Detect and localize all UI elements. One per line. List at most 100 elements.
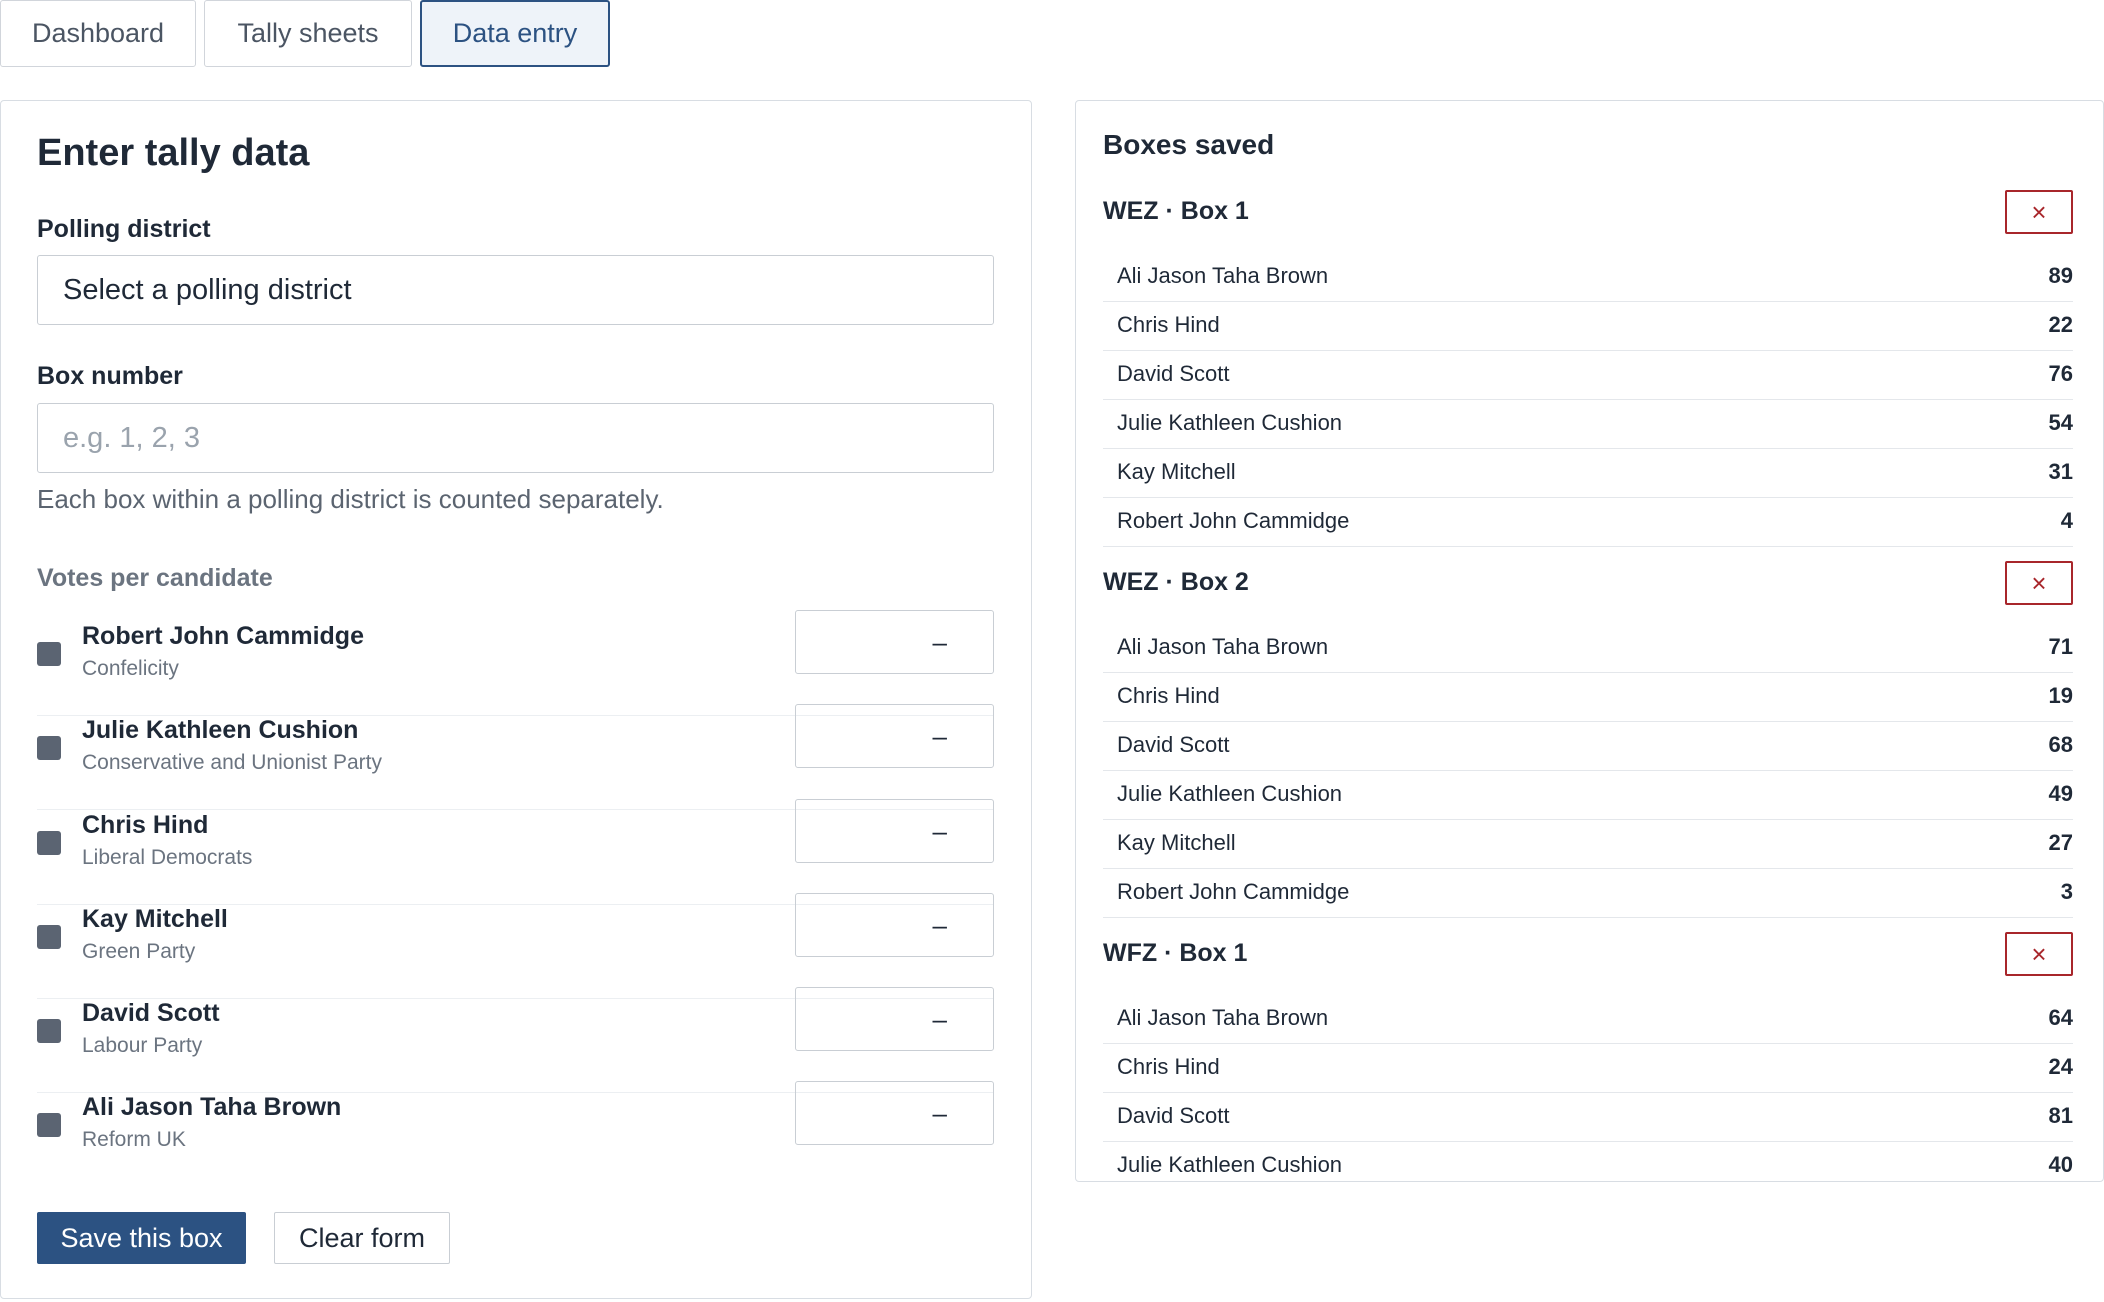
- vote-input[interactable]: –: [795, 987, 994, 1051]
- saved-row-votes: 31: [2048, 459, 2073, 484]
- saved-row: Chris Hind 22: [1103, 302, 2073, 351]
- tab-dashboard[interactable]: Dashboard: [0, 0, 196, 67]
- candidate-row: Kay Mitchell Green Party –: [37, 893, 994, 999]
- saved-row: Chris Hind 19: [1103, 673, 2073, 722]
- saved-row: Chris Hind 24: [1103, 1044, 2073, 1093]
- saved-box-title: WEZ · Box 2: [1103, 568, 1249, 596]
- saved-row-votes: 27: [2048, 830, 2073, 855]
- party-color-swatch: [37, 642, 61, 666]
- saved-box: WEZ · Box 2 × Ali Jason Taha Brown 71 Chr…: [1103, 561, 2073, 918]
- saved-row-name: Julie Kathleen Cushion: [1117, 781, 1343, 806]
- saved-row-name: Kay Mitchell: [1117, 459, 1236, 484]
- box-number-label: Box number: [37, 362, 183, 390]
- saved-row-name: Ali Jason Taha Brown: [1117, 634, 1329, 659]
- saved-row-votes: 81: [2048, 1103, 2073, 1128]
- saved-row-name: Robert John Cammidge: [1117, 879, 1350, 904]
- delete-box-button[interactable]: ×: [2005, 561, 2073, 605]
- saved-row: Ali Jason Taha Brown 71: [1103, 624, 2073, 673]
- saved-row-name: Chris Hind: [1117, 312, 1220, 337]
- saved-row-votes: 22: [2048, 312, 2073, 337]
- vote-input[interactable]: –: [795, 893, 994, 957]
- saved-row-name: Ali Jason Taha Brown: [1117, 263, 1329, 288]
- vote-input[interactable]: –: [795, 1081, 994, 1145]
- saved-box-title: WFZ · Box 1: [1103, 939, 1248, 967]
- saved-row: Julie Kathleen Cushion 54: [1103, 400, 2073, 449]
- delete-box-button[interactable]: ×: [2005, 190, 2073, 234]
- tab-tally-sheets[interactable]: Tally sheets: [204, 0, 412, 67]
- polling-district-select[interactable]: Select a polling district: [37, 255, 994, 325]
- saved-row-name: Robert John Cammidge: [1117, 508, 1350, 533]
- saved-row-votes: 4: [2060, 508, 2073, 533]
- saved-row: Robert John Cammidge 3: [1103, 869, 2073, 918]
- saved-box: WEZ · Box 1 × Ali Jason Taha Brown 89 Chr…: [1103, 190, 2073, 547]
- saved-row-votes: 76: [2048, 361, 2073, 386]
- saved-row-votes: 3: [2060, 879, 2073, 904]
- saved-row-votes: 54: [2048, 410, 2073, 435]
- candidate-row: Chris Hind Liberal Democrats –: [37, 799, 994, 905]
- close-icon: ×: [2031, 567, 2047, 598]
- saved-row: David Scott 81: [1103, 1093, 2073, 1142]
- saved-row-name: David Scott: [1117, 361, 1230, 386]
- polling-district-label: Polling district: [37, 215, 211, 243]
- saved-row: David Scott 76: [1103, 351, 2073, 400]
- votes-per-candidate-label: Votes per candidate: [37, 564, 273, 592]
- saved-row-votes: 19: [2048, 683, 2073, 708]
- saved-box-title: WEZ · Box 1: [1103, 197, 1249, 225]
- close-icon: ×: [2031, 938, 2047, 969]
- box-number-input[interactable]: e.g. 1, 2, 3: [37, 403, 994, 473]
- party-color-swatch: [37, 1019, 61, 1043]
- party-color-swatch: [37, 925, 61, 949]
- candidate-row: Julie Kathleen Cushion Conservative and …: [37, 704, 994, 810]
- party-color-swatch: [37, 1113, 61, 1137]
- saved-row: Julie Kathleen Cushion 40: [1103, 1142, 2073, 1181]
- candidate-name: Julie Kathleen Cushion: [82, 716, 359, 744]
- saved-row-name: David Scott: [1117, 732, 1230, 757]
- candidate-row: Ali Jason Taha Brown Reform UK –: [37, 1081, 994, 1187]
- candidate-name: Kay Mitchell: [82, 905, 228, 933]
- saved-row: Kay Mitchell 31: [1103, 449, 2073, 498]
- saved-row-name: Julie Kathleen Cushion: [1117, 1152, 1343, 1177]
- page-title: Enter tally data: [37, 132, 310, 174]
- candidate-party: Confelicity: [82, 657, 179, 680]
- delete-box-button[interactable]: ×: [2005, 932, 2073, 976]
- saved-row-votes: 64: [2048, 1005, 2073, 1030]
- candidate-party: Reform UK: [82, 1128, 186, 1151]
- saved-box: WFZ · Box 1 × Ali Jason Taha Brown 64 Chr…: [1103, 932, 2073, 1181]
- save-box-button[interactable]: Save this box: [37, 1212, 246, 1264]
- saved-row-votes: 24: [2048, 1054, 2073, 1079]
- close-icon: ×: [2031, 196, 2047, 227]
- saved-row-votes: 49: [2048, 781, 2073, 806]
- saved-row-votes: 68: [2048, 732, 2073, 757]
- saved-box-header: WFZ · Box 1 ×: [1103, 932, 2073, 995]
- saved-row: Kay Mitchell 27: [1103, 820, 2073, 869]
- candidate-name: Robert John Cammidge: [82, 622, 364, 650]
- candidate-party: Labour Party: [82, 1034, 203, 1057]
- vote-input[interactable]: –: [795, 799, 994, 863]
- candidate-party: Conservative and Unionist Party: [82, 751, 382, 774]
- saved-row-name: Chris Hind: [1117, 1054, 1220, 1079]
- saved-row: Ali Jason Taha Brown 89: [1103, 253, 2073, 302]
- saved-box-header: WEZ · Box 1 ×: [1103, 190, 2073, 253]
- vote-input[interactable]: –: [795, 704, 994, 768]
- saved-box-header: WEZ · Box 2 ×: [1103, 561, 2073, 624]
- candidate-name: Chris Hind: [82, 811, 209, 839]
- saved-row-name: David Scott: [1117, 1103, 1230, 1128]
- saved-row: Robert John Cammidge 4: [1103, 498, 2073, 547]
- tab-data-entry[interactable]: Data entry: [420, 0, 610, 67]
- clear-form-button[interactable]: Clear form: [274, 1212, 450, 1264]
- vote-input[interactable]: –: [795, 610, 994, 674]
- party-color-swatch: [37, 831, 61, 855]
- saved-row-votes: 89: [2048, 263, 2073, 288]
- boxes-saved-panel: Boxes saved WEZ · Box 1 × Ali Jason Taha…: [1075, 100, 2104, 1182]
- saved-row: David Scott 68: [1103, 722, 2073, 771]
- candidate-name: Ali Jason Taha Brown: [82, 1093, 342, 1121]
- saved-row: Julie Kathleen Cushion 49: [1103, 771, 2073, 820]
- candidate-party: Green Party: [82, 940, 196, 963]
- saved-row-name: Chris Hind: [1117, 683, 1220, 708]
- party-color-swatch: [37, 736, 61, 760]
- saved-row-name: Ali Jason Taha Brown: [1117, 1005, 1329, 1030]
- candidate-row: David Scott Labour Party –: [37, 987, 994, 1093]
- saved-row-votes: 40: [2048, 1152, 2073, 1177]
- saved-row: Ali Jason Taha Brown 64: [1103, 995, 2073, 1044]
- candidate-row: Robert John Cammidge Confelicity –: [37, 610, 994, 716]
